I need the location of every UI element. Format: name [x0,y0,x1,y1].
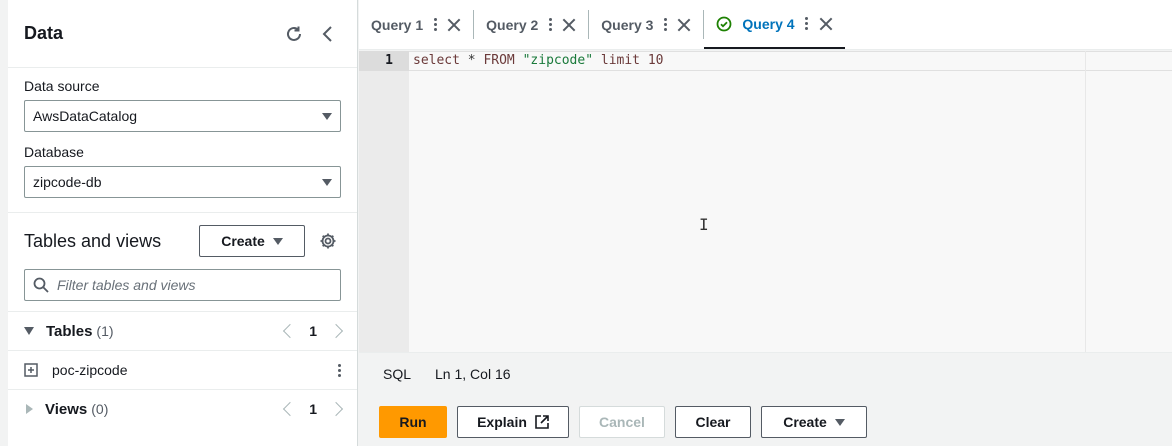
table-item[interactable]: poc-zipcode [8,351,357,389]
data-source-value: AwsDataCatalog [33,108,138,124]
editor-statusbar: SQL Ln 1, Col 16 [359,352,1172,394]
caret-down-icon [272,237,283,245]
create-button[interactable]: Create [761,406,867,438]
clear-button[interactable]: Clear [675,406,751,438]
line-number: 1 [385,53,393,68]
tables-group-count: (1) [96,323,114,339]
success-check-icon [717,16,732,31]
table-name: poc-zipcode [52,362,128,378]
filter-tables-input[interactable] [57,277,332,293]
code-token: limit [600,53,641,68]
create-button-label: Create [221,233,265,249]
tab-query-4[interactable]: Query 4 [704,0,845,49]
data-source-section: Data source AwsDataCatalog Database zipc… [8,68,357,198]
data-panel: Data Data source AwsDataCatalog Database… [8,0,358,446]
views-page-number: 1 [309,401,317,417]
tab-query-3[interactable]: Query 3 [589,10,705,39]
chevron-left-icon[interactable] [283,323,298,339]
cursor-position: Ln 1, Col 16 [435,365,511,382]
search-icon [33,277,49,293]
views-group-name: Views [45,400,88,418]
sql-editor[interactable]: 1 select * FROM "zipcode" limit 10 Ι [359,51,1172,352]
data-panel-header: Data [8,0,357,68]
views-group-count: (0) [91,401,109,417]
tab-label: Query 2 [486,16,539,33]
data-panel-title: Data [24,23,64,43]
tab-menu-icon[interactable] [663,18,667,31]
code-token: 10 [647,53,664,68]
tables-group[interactable]: Tables (1) 1 [8,312,357,350]
tab-label: Query 3 [601,16,654,33]
tab-menu-icon[interactable] [548,18,552,31]
query-editor-area: Query 1 Query 2 Query 3 Query 4 1 select… [359,0,1172,446]
tab-query-2[interactable]: Query 2 [474,10,590,39]
code-token: "zipcode" [522,53,594,68]
caret-down-icon [322,178,332,186]
code-token: * [459,53,484,68]
cancel-button[interactable]: Cancel [579,406,665,438]
chevron-right-icon[interactable] [328,323,344,339]
explain-button[interactable]: Explain [457,406,569,438]
collapse-panel-icon[interactable] [315,21,341,47]
code-token: select [413,53,460,68]
expand-caret-icon[interactable] [26,404,33,414]
filter-tables-field[interactable] [24,269,341,301]
refresh-icon[interactable] [281,21,307,47]
database-value: zipcode-db [33,174,102,190]
code-line[interactable]: select * FROM "zipcode" limit 10 [413,53,664,68]
language-indicator: SQL [383,365,412,382]
expand-caret-icon[interactable] [24,327,34,335]
tab-label: Query 1 [371,16,424,33]
gear-icon[interactable] [315,228,341,254]
more-actions-icon[interactable] [337,363,341,377]
views-group[interactable]: Views (0) 1 [8,390,357,428]
query-actions: Run Explain Cancel Clear Create [379,406,867,438]
external-link-icon [535,415,549,429]
caret-down-icon [834,418,845,426]
tables-views-header: Tables and views Create [8,213,357,269]
tables-page-number: 1 [309,323,317,339]
query-tabs: Query 1 Query 2 Query 3 Query 4 [359,0,1172,50]
tables-pager: 1 [283,323,344,339]
close-icon[interactable] [562,18,576,32]
database-select[interactable]: zipcode-db [24,166,341,198]
code-token: FROM [483,53,515,68]
close-icon[interactable] [819,17,833,31]
create-label: Create [783,414,827,430]
data-source-label: Data source [24,78,100,94]
tab-menu-icon[interactable] [433,18,437,31]
explain-label: Explain [477,414,527,430]
tab-menu-icon[interactable] [805,17,809,30]
data-source-select[interactable]: AwsDataCatalog [24,100,341,132]
chevron-left-icon[interactable] [283,401,298,417]
expand-plus-icon[interactable] [24,363,38,377]
text-cursor-icon: Ι [699,215,709,234]
create-table-button[interactable]: Create [199,225,305,257]
tables-group-name: Tables [46,322,93,340]
views-pager: 1 [283,401,344,417]
print-margin [1085,51,1086,352]
tab-label: Query 4 [742,15,795,32]
editor-gutter [359,51,409,352]
close-icon[interactable] [677,18,691,32]
chevron-right-icon[interactable] [328,401,344,417]
caret-down-icon [322,112,332,120]
tab-query-1[interactable]: Query 1 [359,10,475,39]
close-icon[interactable] [447,18,461,32]
tables-views-title: Tables and views [24,230,162,251]
database-label: Database [24,144,84,160]
run-button[interactable]: Run [379,406,447,438]
